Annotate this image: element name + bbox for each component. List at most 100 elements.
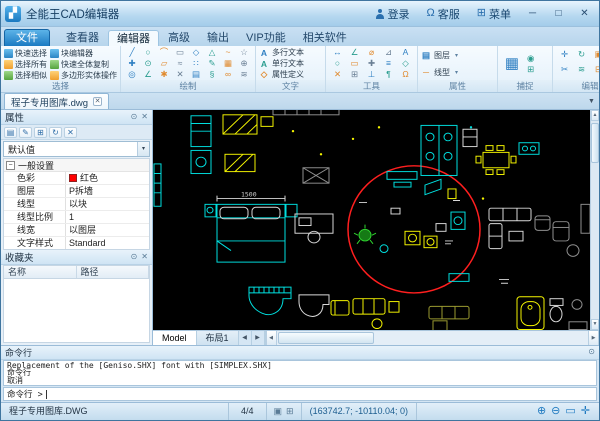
layer-button[interactable]: ▤ 图层 ▾ (421, 50, 458, 61)
cad-plant[interactable] (353, 224, 377, 245)
menu-button[interactable]: ⊞ 菜单 (471, 4, 517, 24)
draw-tool-icon[interactable]: ⊙ (140, 58, 156, 69)
property-row-color[interactable]: 色彩 红色 (4, 172, 149, 185)
cad-piano-2[interactable] (298, 294, 330, 317)
block-editor-button[interactable]: 块编辑器 (50, 48, 117, 59)
zoom-control-icon[interactable]: ✛ (581, 403, 590, 420)
cad-sink[interactable] (568, 299, 588, 330)
cad-fridge[interactable] (462, 128, 478, 148)
panel-close-icon[interactable]: ✕ (141, 113, 148, 121)
login-button[interactable]: 登录 (369, 4, 416, 24)
zoom-control-icon[interactable]: ⊕ (537, 403, 546, 420)
cad-canvas[interactable]: 1500 (153, 110, 590, 330)
command-history[interactable]: Replacement of the [Geniso.SHX] font wit… (3, 359, 597, 386)
favorites-list[interactable] (3, 278, 150, 343)
scroll-up-icon[interactable]: ▲ (591, 110, 599, 121)
draw-tool-icon[interactable]: ╱ (124, 47, 140, 58)
cad-stove[interactable] (518, 142, 540, 155)
tab-editor[interactable]: 编辑器 (108, 30, 159, 46)
draw-tool-icon[interactable]: ✚ (124, 58, 140, 69)
select-all-button[interactable]: 选择所有 (4, 59, 47, 70)
draw-tool-icon[interactable]: ≋ (236, 69, 252, 80)
property-row-lineweight[interactable]: 线宽 以图层 (4, 224, 149, 237)
document-tab[interactable]: 程子专用图库.dwg ✕ (4, 93, 110, 109)
cad-bathtub[interactable] (516, 296, 545, 330)
draw-tool-icon[interactable]: ✱ (156, 69, 172, 80)
cad-text-marks[interactable] (499, 278, 509, 284)
draw-tool-icon[interactable]: ▭ (172, 47, 188, 58)
edit-tool-icon[interactable]: ↻ (573, 49, 590, 64)
tool-icon[interactable]: ✚ (363, 58, 380, 69)
chevron-down-icon[interactable]: ▾ (137, 142, 149, 156)
quick-select-button[interactable]: 快速选择 (4, 48, 47, 59)
cad-sofa-yellow[interactable] (330, 298, 400, 330)
draw-tool-icon[interactable]: ⊕ (236, 58, 252, 69)
mtext-button[interactable]: A 多行文本 (259, 47, 304, 58)
draw-tool-icon[interactable]: ☆ (236, 47, 252, 58)
tool-icon[interactable]: A (397, 47, 414, 58)
quick-copy-all-button[interactable]: 快速全体复制 (50, 59, 117, 70)
maximize-button[interactable]: □ (548, 5, 569, 22)
vertical-scrollbar[interactable]: ▲ ▼ (590, 110, 599, 330)
cad-cabinet-small[interactable] (379, 211, 466, 253)
document-close-icon[interactable]: ✕ (93, 97, 103, 106)
tab-list-dropdown-icon[interactable]: ▼ (584, 94, 599, 109)
properties-toolbar-icon[interactable]: ✕ (64, 126, 77, 138)
customer-service-button[interactable]: Ω 客服 (421, 4, 466, 24)
minimize-button[interactable]: ─ (522, 5, 543, 22)
edit-tool-icon[interactable]: ▣ (590, 49, 599, 64)
cad-bed[interactable] (204, 203, 298, 263)
horizontal-scrollbar[interactable]: ◀ ▶ (264, 330, 599, 345)
tool-icon[interactable]: ⌀ (363, 47, 380, 58)
scroll-down-icon[interactable]: ▼ (591, 318, 599, 330)
tool-icon[interactable]: ≡ (380, 58, 397, 69)
pin-icon[interactable]: ⊙ (131, 252, 138, 261)
cad-piano[interactable] (248, 286, 292, 316)
property-row-linetype[interactable]: 线型 以块 (4, 198, 149, 211)
cad-dining-set[interactable] (475, 145, 517, 175)
draw-tool-icon[interactable]: ✎ (204, 58, 220, 69)
tool-icon[interactable]: ⊥ (363, 69, 380, 80)
command-input[interactable]: 命令行 > (3, 387, 597, 401)
linetype-button[interactable]: ─ 线型 ▾ (421, 67, 458, 78)
draw-tool-icon[interactable]: ○ (140, 47, 156, 58)
cad-cabinets-topleft[interactable] (190, 115, 212, 175)
cad-armchairs-gray[interactable] (534, 203, 590, 257)
scroll-left-icon[interactable]: ◀ (265, 330, 277, 345)
cad-bench[interactable] (448, 273, 470, 282)
scroll-right-icon[interactable]: ▶ (588, 330, 599, 345)
snap-option-icon[interactable]: ◉ (527, 53, 534, 63)
draw-tool-icon[interactable]: ◎ (124, 69, 140, 80)
cad-sofa-white[interactable] (488, 207, 532, 250)
draw-tool-icon[interactable]: △ (204, 47, 220, 58)
status-toggle-icon[interactable]: ▣ (274, 403, 283, 420)
tool-icon[interactable]: ↔ (329, 47, 346, 58)
tab-vip[interactable]: VIP功能 (238, 30, 294, 46)
pin-icon[interactable]: ⊙ (131, 113, 138, 121)
tool-icon[interactable]: ✕ (329, 69, 346, 80)
panel-close-icon[interactable]: ✕ (141, 252, 148, 261)
pin-icon[interactable]: ⊙ (588, 348, 595, 356)
tool-icon[interactable]: ⊿ (380, 47, 397, 58)
draw-tool-icon[interactable]: ✕ (172, 69, 188, 80)
layout-next-icon[interactable]: ▶ (252, 330, 265, 345)
tab-output[interactable]: 输出 (199, 30, 237, 46)
cad-appliances[interactable] (404, 188, 457, 249)
cad-table-small[interactable] (302, 167, 330, 184)
edit-tool-icon[interactable]: ≋ (573, 64, 590, 79)
favorites-column-name[interactable]: 名称 (4, 265, 77, 278)
draw-tool-icon[interactable]: ◇ (188, 47, 204, 58)
edit-tool-icon[interactable]: ✂ (556, 64, 573, 79)
draw-tool-icon[interactable]: ▤ (188, 69, 204, 80)
tool-icon[interactable]: ⊞ (346, 69, 363, 80)
cad-desk[interactable] (294, 213, 334, 244)
draw-tool-icon[interactable]: ∷ (188, 58, 204, 69)
vertical-scroll-thumb[interactable] (591, 123, 599, 163)
draw-tool-icon[interactable]: ∠ (140, 69, 156, 80)
edit-tool-icon[interactable]: ⊟ (590, 64, 599, 79)
close-button[interactable]: ✕ (574, 5, 595, 22)
cad-left-strip[interactable] (153, 163, 162, 207)
properties-group-row[interactable]: − 一般设置 (4, 159, 149, 172)
favorites-column-path[interactable]: 路径 (77, 265, 149, 278)
tab-model[interactable]: Model (153, 330, 197, 345)
